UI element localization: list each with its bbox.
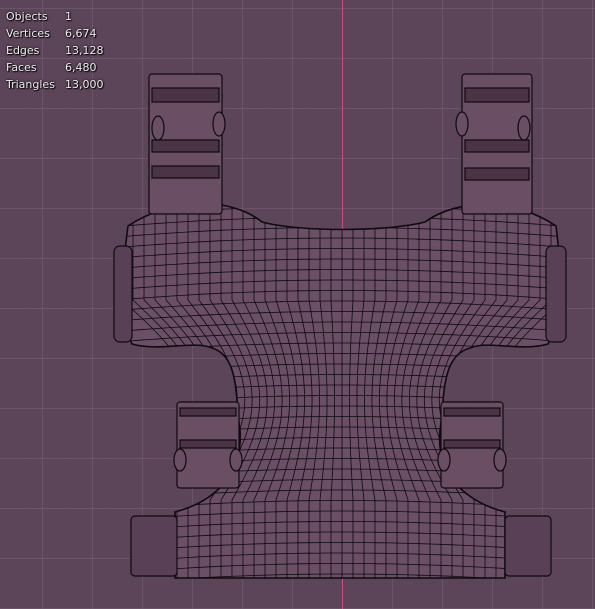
stat-label: Edges [6,44,40,57]
vest-body [110,202,570,595]
stat-value: 13,128 [65,44,104,57]
stat-value: 6,480 [65,61,97,74]
3d-viewport[interactable]: Objects 1 Vertices 6,674 Edges 13,128 Faces 6,4… [0,0,595,609]
stat-value: 1 [65,10,72,23]
left-shoulder-strap [148,73,226,215]
stat-row-vertices: Vertices 6,674 [6,25,104,42]
stat-row-objects: Objects 1 [6,8,104,25]
scene-statistics-overlay: Objects 1 Vertices 6,674 Edges 13,128 Faces 6,4… [6,8,104,93]
stat-row-faces: Faces 6,480 [6,59,104,76]
stat-row-edges: Edges 13,128 [6,42,104,59]
stat-value: 13,000 [65,78,104,91]
stat-label: Objects [6,10,48,23]
stat-row-triangles: Triangles 13,000 [6,76,104,93]
mesh-edge-horizontal [110,585,570,595]
right-shoulder-strap [455,73,533,215]
stat-label: Triangles [6,78,55,91]
stat-label: Faces [6,61,37,74]
right-side-strap [437,401,507,489]
stat-value: 6,674 [65,27,97,40]
stat-label: Vertices [6,27,50,40]
left-side-strap [173,401,243,489]
